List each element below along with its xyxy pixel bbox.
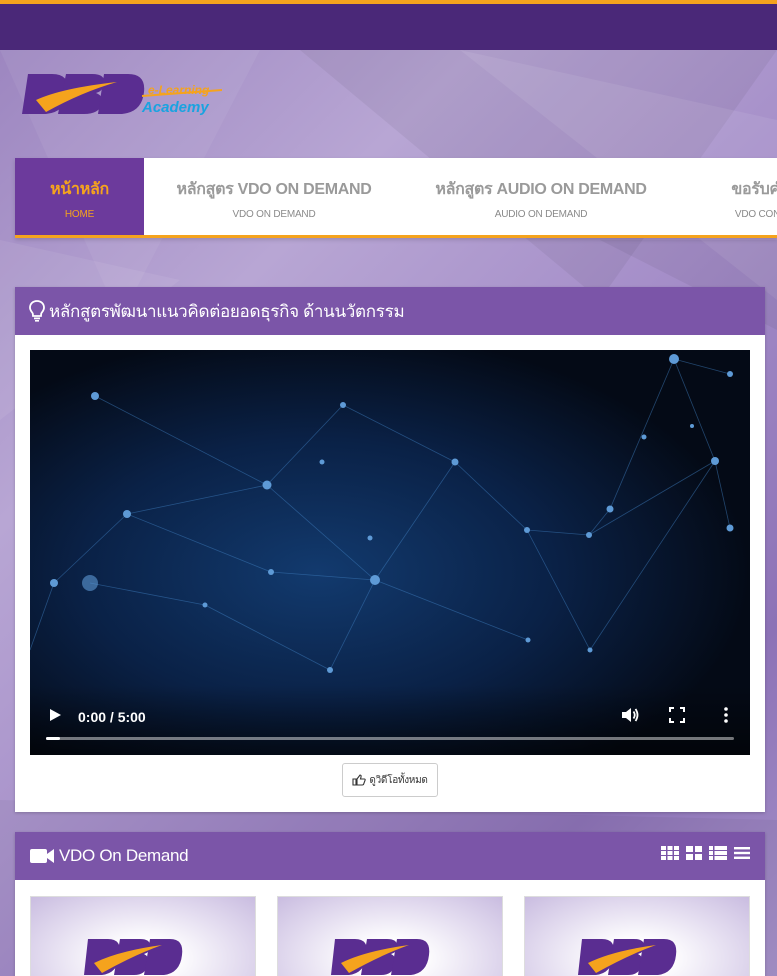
view-all-videos-label: ดูวิดีโอทั้งหมด (369, 774, 428, 786)
nav-item-label: ขอรับคำป (731, 181, 777, 198)
nav-item-label: หน้าหลัก (50, 181, 109, 198)
nav-item-sublabel: VDO ON DEMAND (232, 209, 316, 220)
nav-item-sublabel: HOME (64, 209, 95, 220)
site-logo[interactable]: e-Learning Academy (22, 68, 223, 124)
nav-item-label: หลักสูตร VDO ON DEMAND (176, 181, 372, 198)
video-player[interactable]: 0:00 / 5:00 (30, 350, 750, 755)
vdo-panel-header: VDO On Demand (15, 832, 765, 880)
view-mode-switcher (661, 846, 750, 860)
more-options-icon[interactable] (720, 705, 732, 725)
list-detail-icon[interactable] (709, 846, 727, 860)
logo-academy-text: Academy (141, 99, 209, 116)
nav-item-vdo-on-demand[interactable]: หลักสูตร VDO ON DEMAND VDO ON DEMAND (165, 158, 383, 235)
vdo-on-demand-panel: VDO On Demand (15, 832, 765, 976)
play-icon[interactable] (48, 708, 62, 722)
video-camera-icon (29, 847, 55, 865)
video-card[interactable] (30, 896, 256, 976)
featured-panel-header: หลักสูตรพัฒนาแนวคิดต่อยอดธุรกิจ ด้านนวัต… (15, 287, 765, 335)
fullscreen-icon[interactable] (668, 706, 686, 724)
grid-large-icon[interactable] (686, 846, 702, 860)
top-bar (0, 4, 777, 50)
nav-item-vdo-conference[interactable]: ขอรับคำป VDO CONFEI (705, 158, 777, 235)
video-card[interactable] (277, 896, 503, 976)
nav-item-audio-on-demand[interactable]: หลักสูตร AUDIO ON DEMAND AUDIO ON DEMAND (425, 158, 657, 235)
dbd-logo-icon: e-Learning Academy (22, 74, 223, 116)
featured-panel-title: หลักสูตรพัฒนาแนวคิดต่อยอดธุรกิจ ด้านนวัต… (49, 301, 405, 321)
vdo-panel-title: VDO On Demand (59, 846, 189, 865)
nav-item-home[interactable]: หน้าหลัก HOME (15, 158, 144, 235)
main-nav: หน้าหลัก HOME หลักสูตร VDO ON DEMAND VDO… (15, 158, 777, 238)
volume-icon[interactable] (620, 705, 640, 725)
dbd-logo-icon (84, 939, 183, 975)
video-controls: 0:00 / 5:00 (30, 685, 750, 755)
logo-elearning-text: e-Learning (148, 83, 210, 97)
dbd-logo-icon (578, 939, 677, 975)
featured-video-panel: หลักสูตรพัฒนาแนวคิดต่อยอดธุรกิจ ด้านนวัต… (15, 287, 765, 812)
nav-item-sublabel: AUDIO ON DEMAND (494, 209, 588, 220)
seek-progress (46, 737, 60, 740)
video-card[interactable] (524, 896, 750, 976)
seek-bar[interactable] (46, 737, 734, 740)
list-icon[interactable] (734, 846, 750, 860)
nav-item-sublabel: VDO CONFEI (734, 209, 777, 220)
grid-small-icon[interactable] (661, 846, 679, 860)
dbd-logo-icon (331, 939, 430, 975)
thumbs-up-icon (352, 774, 367, 786)
lightbulb-icon (29, 300, 45, 322)
video-time: 0:00 / 5:00 (78, 709, 146, 725)
nav-item-label: หลักสูตร AUDIO ON DEMAND (435, 181, 647, 198)
view-all-videos-button[interactable]: ดูวิดีโอทั้งหมด (342, 763, 438, 797)
